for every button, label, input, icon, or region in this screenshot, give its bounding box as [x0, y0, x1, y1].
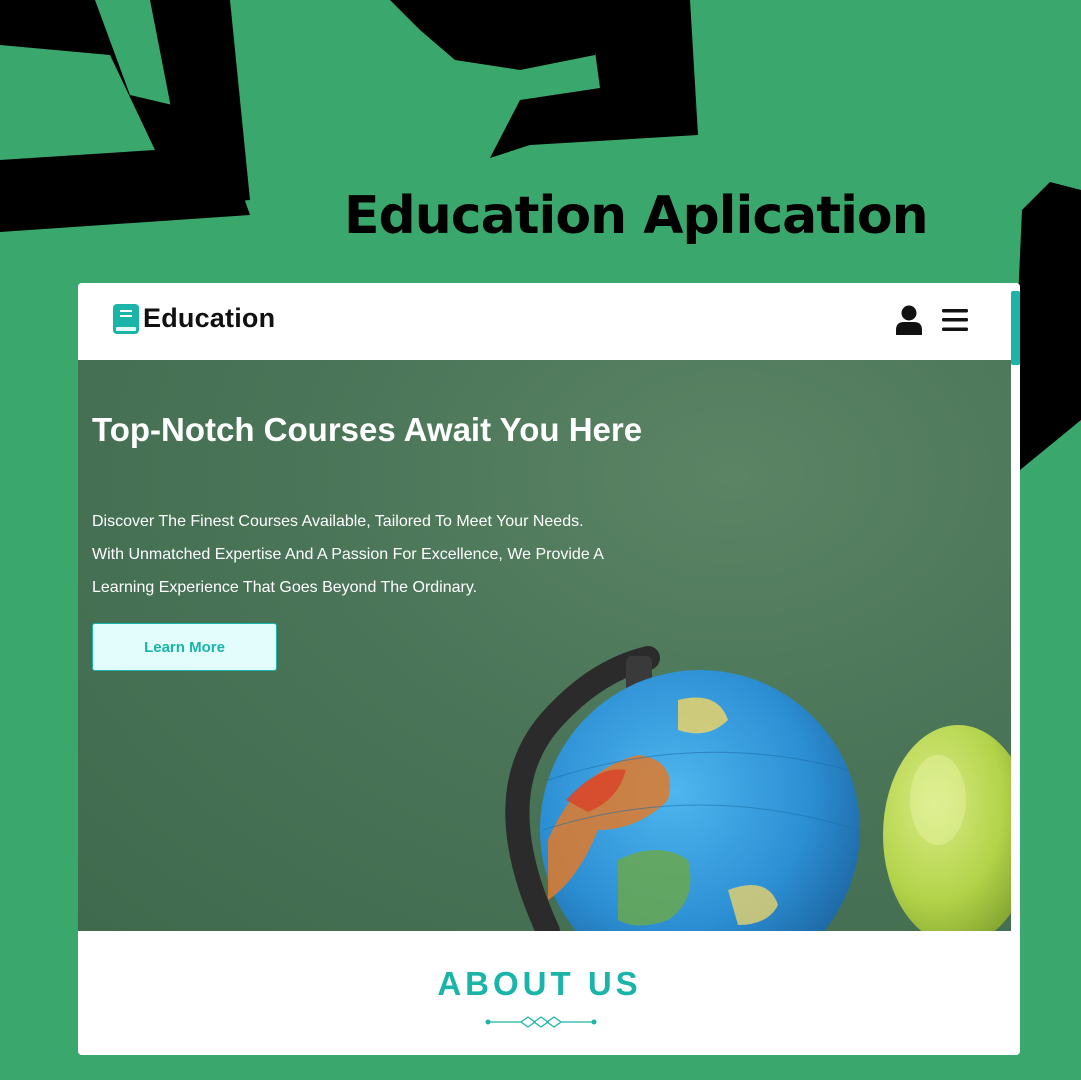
user-icon[interactable]	[896, 305, 922, 335]
hero-description: Discover The Finest Courses Available, T…	[92, 505, 672, 604]
hero-title: Top-Notch Courses Await You Here	[92, 411, 643, 448]
hero-section: Top-Notch Courses Await You Here Discove…	[78, 360, 1011, 931]
about-section: ABOUT US	[78, 931, 1011, 1055]
book-icon	[113, 303, 139, 334]
divider-ornament	[485, 1016, 597, 1028]
nav-actions	[896, 305, 968, 335]
hero-description-line: Discover The Finest Courses Available, T…	[92, 513, 584, 530]
zigzag-shape	[390, 0, 598, 70]
hero-description-line: Learning Experience That Goes Beyond The…	[92, 579, 478, 596]
navbar: Education	[78, 283, 1011, 360]
about-title: ABOUT US	[437, 965, 642, 1002]
zigzag-shape	[1018, 182, 1081, 470]
scrollbar[interactable]	[1011, 283, 1020, 1055]
menu-icon[interactable]	[942, 308, 968, 332]
app-window: Education Top-Notch Courses Await You He…	[78, 283, 1020, 1055]
apple-illustration	[883, 725, 1011, 931]
scrollbar-thumb[interactable]	[1011, 291, 1020, 365]
promo-title: Education Aplication	[344, 186, 929, 246]
learn-more-button[interactable]: Learn More	[92, 623, 277, 671]
brand-logo-link[interactable]: Education	[113, 303, 275, 334]
globe-illustration	[505, 646, 860, 931]
brand-name: Education	[143, 303, 276, 333]
hero-description-line: With Unmatched Expertise And A Passion F…	[92, 546, 604, 563]
